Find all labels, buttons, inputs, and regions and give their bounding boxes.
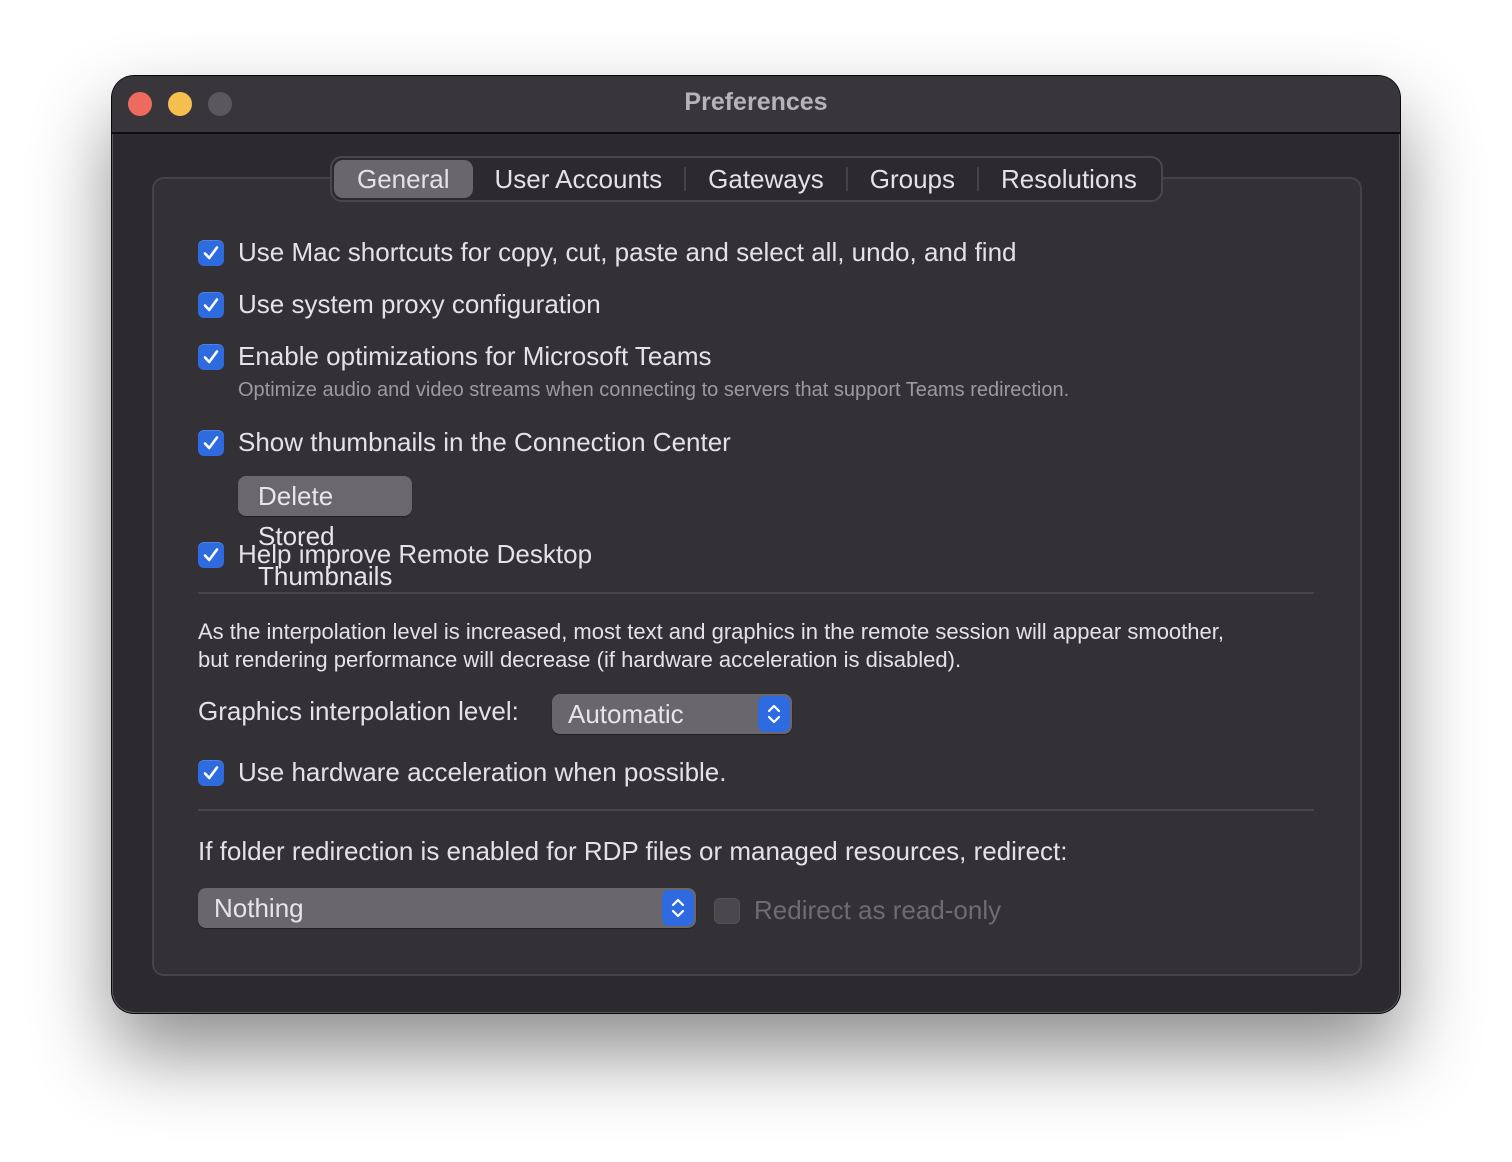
hardware-acceleration-option[interactable]: Use hardware acceleration when possible. <box>198 757 727 788</box>
tab-gateways[interactable]: Gateways <box>686 160 846 198</box>
system-proxy-label: Use system proxy configuration <box>238 289 601 319</box>
system-proxy-checkbox[interactable] <box>198 291 224 318</box>
preferences-window: Preferences General User Accounts Gatewa… <box>112 76 1400 1013</box>
help-improve-option[interactable]: Help improve Remote Desktop <box>198 539 592 570</box>
tab-user-accounts[interactable]: User Accounts <box>473 160 685 198</box>
mac-shortcuts-checkbox[interactable] <box>198 239 224 266</box>
hardware-acceleration-label: Use hardware acceleration when possible. <box>238 757 727 787</box>
interpolation-level-value: Automatic <box>568 699 684 729</box>
interpolation-level-label: Graphics interpolation level: <box>198 696 519 726</box>
read-only-option: Redirect as read-only <box>714 895 1001 926</box>
section-divider <box>198 592 1314 594</box>
window-title: Preferences <box>684 88 828 116</box>
show-thumbnails-option[interactable]: Show thumbnails in the Connection Center <box>198 427 731 458</box>
read-only-checkbox <box>714 897 740 924</box>
updown-chevron-icon <box>758 696 790 732</box>
checkmark-icon <box>203 547 219 561</box>
tab-groups[interactable]: Groups <box>848 160 977 198</box>
tab-general[interactable]: General <box>334 160 473 198</box>
system-proxy-option[interactable]: Use system proxy configuration <box>198 289 601 320</box>
interpolation-description-line-2: but rendering performance will decrease … <box>198 647 962 672</box>
folder-redirection-value: Nothing <box>214 893 304 923</box>
help-improve-checkbox[interactable] <box>198 541 224 568</box>
checkmark-icon <box>203 297 219 311</box>
teams-optimizations-description: Optimize audio and video streams when co… <box>238 379 1070 401</box>
show-thumbnails-label: Show thumbnails in the Connection Center <box>238 427 731 457</box>
checkmark-icon <box>203 349 219 363</box>
folder-redirection-label: If folder redirection is enabled for RDP… <box>198 836 1068 866</box>
hardware-acceleration-checkbox[interactable] <box>198 759 224 786</box>
tab-bar: General User Accounts Gateways Groups Re… <box>330 156 1163 202</box>
teams-optimizations-option[interactable]: Enable optimizations for Microsoft Teams <box>198 341 712 372</box>
read-only-label: Redirect as read-only <box>754 895 1002 925</box>
interpolation-description-line-1: As the interpolation level is increased,… <box>198 619 1224 644</box>
checkmark-icon <box>203 435 219 449</box>
delete-stored-thumbnails-button[interactable]: Delete Stored Thumbnails <box>238 476 413 591</box>
help-improve-label: Help improve Remote Desktop <box>238 539 593 569</box>
mac-shortcuts-option[interactable]: Use Mac shortcuts for copy, cut, paste a… <box>198 237 1017 268</box>
teams-optimizations-label: Enable optimizations for Microsoft Teams <box>238 341 712 371</box>
title-bar[interactable]: Preferences <box>112 76 1400 134</box>
folder-redirection-select[interactable]: Nothing <box>198 888 696 928</box>
checkmark-icon <box>203 765 219 779</box>
interpolation-level-select[interactable]: Automatic <box>552 694 792 734</box>
folder-redirection-row: If folder redirection is enabled for RDP… <box>198 836 1068 867</box>
teams-optimizations-checkbox[interactable] <box>198 343 224 370</box>
mac-shortcuts-label: Use Mac shortcuts for copy, cut, paste a… <box>238 237 1017 267</box>
tab-resolutions[interactable]: Resolutions <box>979 160 1159 198</box>
section-divider <box>198 809 1314 811</box>
show-thumbnails-checkbox[interactable] <box>198 429 224 456</box>
updown-chevron-icon <box>662 890 694 926</box>
checkmark-icon <box>203 245 219 259</box>
interpolation-level-row: Graphics interpolation level: <box>198 696 519 727</box>
